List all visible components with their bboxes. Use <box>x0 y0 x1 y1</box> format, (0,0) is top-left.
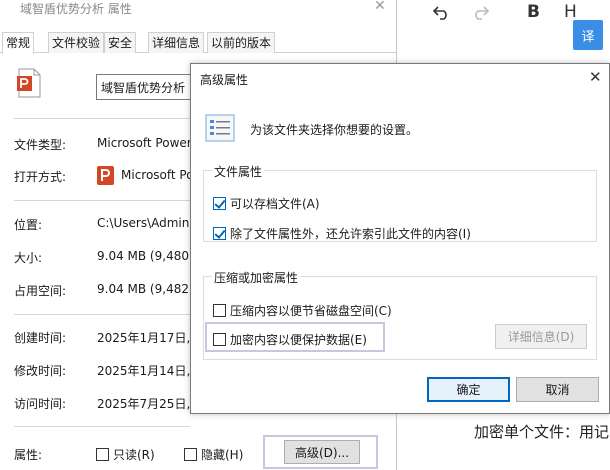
attributes-label: 属性: <box>14 448 43 462</box>
tab-checksum[interactable]: 文件校验 <box>48 32 105 53</box>
location-label: 位置: <box>14 218 43 232</box>
advanced-attributes-dialog: 高级属性 ✕ 为该文件夹选择你想要的设置。 文件属性 可以存档文件(A) 除了文… <box>190 63 610 414</box>
accessed-label: 访问时间: <box>14 397 67 411</box>
divider <box>14 314 190 315</box>
redo-icon[interactable] <box>470 3 490 24</box>
compress-checkbox[interactable]: 压缩内容以便节省磁盘空间(C) <box>213 302 392 319</box>
divider <box>14 118 190 119</box>
modified-label: 修改时间: <box>14 364 67 378</box>
translate-button[interactable]: 译 <box>573 20 603 50</box>
checkbox-box[interactable] <box>96 448 109 461</box>
settings-list-icon <box>205 114 235 142</box>
open-with-value: Microsoft Po <box>121 168 194 182</box>
modified-value: 2025年1月14日, <box>97 364 191 378</box>
archive-label: 可以存档文件(A) <box>230 197 320 211</box>
readonly-checkbox[interactable]: 只读(R) <box>96 446 155 463</box>
hidden-checkbox[interactable]: 隐藏(H) <box>184 446 243 463</box>
checkbox-checked-icon[interactable] <box>213 197 226 210</box>
encrypt-checkbox[interactable]: 加密内容以便保护数据(E) <box>213 331 367 348</box>
details-button[interactable]: 详细信息(D) <box>495 324 587 349</box>
close-icon[interactable]: ✕ <box>374 0 386 14</box>
dialog-description: 为该文件夹选择你想要的设置。 <box>250 123 419 137</box>
tab-general[interactable]: 常规 <box>2 32 35 54</box>
window-title: 域智盾优势分析 属性 <box>20 2 132 16</box>
size-value: 9.04 MB (9,480,8 <box>97 249 201 263</box>
ok-button[interactable]: 确定 <box>427 377 510 402</box>
heading-button[interactable]: H <box>564 2 577 22</box>
undo-icon[interactable] <box>432 3 452 24</box>
powerpoint-file-icon <box>16 68 43 98</box>
index-label: 除了文件属性外，还允许索引此文件的内容(I) <box>230 227 471 241</box>
group-title: 压缩或加密属性 <box>212 269 301 286</box>
disk-size-value: 9.04 MB (9,482,2 <box>97 282 201 296</box>
divider <box>14 200 190 201</box>
file-name-input[interactable]: 域智盾优势分析 <box>96 74 196 100</box>
group-title: 文件属性 <box>212 163 265 180</box>
compress-label: 压缩内容以便节省磁盘空间(C) <box>230 304 392 318</box>
close-icon[interactable]: ✕ <box>589 68 602 86</box>
powerpoint-app-icon <box>97 166 114 185</box>
location-value: C:\Users\Adminis <box>97 216 199 230</box>
created-value: 2025年1月17日, <box>97 331 191 345</box>
encrypt-label: 加密内容以便保护数据(E) <box>230 333 367 347</box>
file-type-label: 文件类型: <box>14 138 67 152</box>
document-text: 加密单个文件：用记 <box>474 423 610 441</box>
disk-size-label: 占用空间: <box>14 284 67 298</box>
readonly-label: 只读(R) <box>113 448 155 462</box>
tab-details[interactable]: 详细信息 <box>148 32 205 53</box>
size-label: 大小: <box>14 251 43 265</box>
checkbox-box[interactable] <box>213 333 226 346</box>
divider <box>14 426 190 427</box>
tab-security[interactable]: 安全 <box>104 32 137 53</box>
accessed-value: 2025年7月25日, <box>97 397 191 411</box>
created-label: 创建时间: <box>14 331 67 345</box>
index-checkbox[interactable]: 除了文件属性外，还允许索引此文件的内容(I) <box>213 225 471 242</box>
dialog-title: 高级属性 <box>200 73 249 87</box>
checkbox-box[interactable] <box>184 448 197 461</box>
cancel-button[interactable]: 取消 <box>516 377 599 402</box>
tab-bar: 常规 文件校验 安全 详细信息 以前的版本 <box>0 32 397 54</box>
tab-previous-versions[interactable]: 以前的版本 <box>207 32 276 53</box>
checkbox-box[interactable] <box>213 304 226 317</box>
file-type-value: Microsoft Power <box>97 136 192 150</box>
checkbox-checked-icon[interactable] <box>213 227 226 240</box>
archive-checkbox[interactable]: 可以存档文件(A) <box>213 195 320 212</box>
hidden-label: 隐藏(H) <box>201 448 244 462</box>
open-with-label: 打开方式: <box>14 170 67 184</box>
bold-button[interactable]: B <box>527 2 540 22</box>
advanced-button[interactable]: 高级(D)... <box>284 440 360 464</box>
